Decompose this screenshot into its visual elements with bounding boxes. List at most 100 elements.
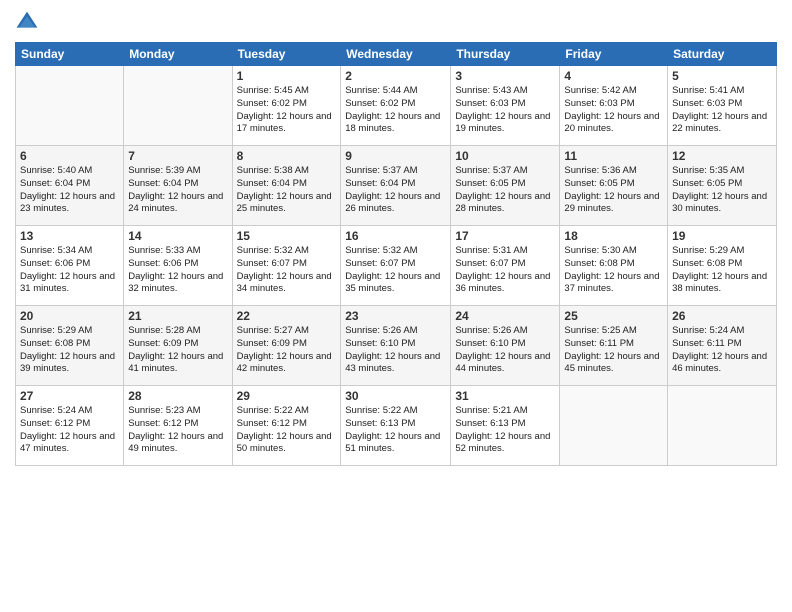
day-info: Sunrise: 5:39 AM Sunset: 6:04 PM Dayligh…: [128, 165, 227, 216]
day-number: 17: [455, 229, 555, 243]
table-row: 30Sunrise: 5:22 AM Sunset: 6:13 PM Dayli…: [341, 386, 451, 466]
day-number: 26: [672, 309, 772, 323]
calendar-week-row: 6 Sunrise: 5:40 AM Sunset: 6:04 PM Daylig…: [16, 146, 777, 226]
day-number: 22: [237, 309, 337, 323]
table-row: 8Sunrise: 5:38 AM Sunset: 6:04 PM Daylig…: [232, 146, 341, 226]
day-number: 7: [128, 149, 227, 163]
table-row: 5 Sunrise: 5:41 AM Sunset: 6:03 PM Daylig…: [668, 66, 777, 146]
day-number: 14: [128, 229, 227, 243]
day-info: Sunrise: 5:37 AM Sunset: 6:04 PM Dayligh…: [345, 165, 446, 216]
day-info: Sunrise: 5:44 AM Sunset: 6:02 PM Dayligh…: [345, 85, 446, 136]
day-info: Sunrise: 5:28 AM Sunset: 6:09 PM Dayligh…: [128, 325, 227, 376]
table-row: 9 Sunrise: 5:37 AM Sunset: 6:04 PM Daylig…: [341, 146, 451, 226]
day-info: Sunrise: 5:42 AM Sunset: 6:03 PM Dayligh…: [564, 85, 663, 136]
table-row: 18 Sunrise: 5:30 AM Sunset: 6:08 PM Dayli…: [560, 226, 668, 306]
calendar-header-row: Sunday Monday Tuesday Wednesday Thursday…: [16, 43, 777, 66]
day-info: Sunrise: 5:22 AM Sunset: 6:13 PM Dayligh…: [345, 405, 446, 456]
table-row: 10 Sunrise: 5:37 AM Sunset: 6:05 PM Dayli…: [451, 146, 560, 226]
day-info: Sunrise: 5:29 AM Sunset: 6:08 PM Dayligh…: [20, 325, 119, 376]
col-monday: Monday: [124, 43, 232, 66]
table-row: 26 Sunrise: 5:24 AM Sunset: 6:11 PM Dayli…: [668, 306, 777, 386]
day-number: 20: [20, 309, 119, 323]
table-row: 15Sunrise: 5:32 AM Sunset: 6:07 PM Dayli…: [232, 226, 341, 306]
logo: [15, 10, 43, 34]
table-row: [560, 386, 668, 466]
table-row: 19 Sunrise: 5:29 AM Sunset: 6:08 PM Dayli…: [668, 226, 777, 306]
day-number: 25: [564, 309, 663, 323]
day-info: Sunrise: 5:38 AM Sunset: 6:04 PM Dayligh…: [237, 165, 337, 216]
table-row: 6 Sunrise: 5:40 AM Sunset: 6:04 PM Daylig…: [16, 146, 124, 226]
day-info: Sunrise: 5:43 AM Sunset: 6:03 PM Dayligh…: [455, 85, 555, 136]
table-row: 11 Sunrise: 5:36 AM Sunset: 6:05 PM Dayli…: [560, 146, 668, 226]
day-number: 11: [564, 149, 663, 163]
col-thursday: Thursday: [451, 43, 560, 66]
day-info: Sunrise: 5:33 AM Sunset: 6:06 PM Dayligh…: [128, 245, 227, 296]
day-info: Sunrise: 5:25 AM Sunset: 6:11 PM Dayligh…: [564, 325, 663, 376]
day-number: 6: [20, 149, 119, 163]
day-info: Sunrise: 5:26 AM Sunset: 6:10 PM Dayligh…: [455, 325, 555, 376]
day-number: 19: [672, 229, 772, 243]
table-row: 1Sunrise: 5:45 AM Sunset: 6:02 PM Daylig…: [232, 66, 341, 146]
day-info: Sunrise: 5:40 AM Sunset: 6:04 PM Dayligh…: [20, 165, 119, 216]
table-row: [668, 386, 777, 466]
col-sunday: Sunday: [16, 43, 124, 66]
table-row: 22 Sunrise: 5:27 AM Sunset: 6:09 PM Dayli…: [232, 306, 341, 386]
table-row: 13Sunrise: 5:34 AM Sunset: 6:06 PM Dayli…: [16, 226, 124, 306]
table-row: 20 Sunrise: 5:29 AM Sunset: 6:08 PM Dayli…: [16, 306, 124, 386]
day-number: 13: [20, 229, 119, 243]
day-number: 1: [237, 69, 337, 83]
day-number: 21: [128, 309, 227, 323]
day-info: Sunrise: 5:37 AM Sunset: 6:05 PM Dayligh…: [455, 165, 555, 216]
day-info: Sunrise: 5:27 AM Sunset: 6:09 PM Dayligh…: [237, 325, 337, 376]
table-row: [16, 66, 124, 146]
day-number: 23: [345, 309, 446, 323]
day-number: 18: [564, 229, 663, 243]
day-number: 28: [128, 389, 227, 403]
table-row: 27 Sunrise: 5:24 AM Sunset: 6:12 PM Dayli…: [16, 386, 124, 466]
day-number: 16: [345, 229, 446, 243]
table-row: 31Sunrise: 5:21 AM Sunset: 6:13 PM Dayli…: [451, 386, 560, 466]
table-row: 3 Sunrise: 5:43 AM Sunset: 6:03 PM Daylig…: [451, 66, 560, 146]
table-row: 24 Sunrise: 5:26 AM Sunset: 6:10 PM Dayli…: [451, 306, 560, 386]
table-row: 17 Sunrise: 5:31 AM Sunset: 6:07 PM Dayli…: [451, 226, 560, 306]
logo-icon: [15, 10, 39, 34]
table-row: 25 Sunrise: 5:25 AM Sunset: 6:11 PM Dayli…: [560, 306, 668, 386]
day-info: Sunrise: 5:29 AM Sunset: 6:08 PM Dayligh…: [672, 245, 772, 296]
day-info: Sunrise: 5:22 AM Sunset: 6:12 PM Dayligh…: [237, 405, 337, 456]
header-area: [15, 10, 777, 34]
day-info: Sunrise: 5:24 AM Sunset: 6:11 PM Dayligh…: [672, 325, 772, 376]
calendar-week-row: 27 Sunrise: 5:24 AM Sunset: 6:12 PM Dayli…: [16, 386, 777, 466]
day-number: 9: [345, 149, 446, 163]
day-number: 29: [237, 389, 337, 403]
col-friday: Friday: [560, 43, 668, 66]
day-info: Sunrise: 5:32 AM Sunset: 6:07 PM Dayligh…: [345, 245, 446, 296]
day-info: Sunrise: 5:23 AM Sunset: 6:12 PM Dayligh…: [128, 405, 227, 456]
table-row: 29 Sunrise: 5:22 AM Sunset: 6:12 PM Dayli…: [232, 386, 341, 466]
day-number: 10: [455, 149, 555, 163]
day-number: 3: [455, 69, 555, 83]
calendar-week-row: 20 Sunrise: 5:29 AM Sunset: 6:08 PM Dayli…: [16, 306, 777, 386]
day-info: Sunrise: 5:24 AM Sunset: 6:12 PM Dayligh…: [20, 405, 119, 456]
calendar-table: Sunday Monday Tuesday Wednesday Thursday…: [15, 42, 777, 466]
calendar-week-row: 1Sunrise: 5:45 AM Sunset: 6:02 PM Daylig…: [16, 66, 777, 146]
table-row: 2 Sunrise: 5:44 AM Sunset: 6:02 PM Daylig…: [341, 66, 451, 146]
day-number: 31: [455, 389, 555, 403]
table-row: 28 Sunrise: 5:23 AM Sunset: 6:12 PM Dayli…: [124, 386, 232, 466]
day-info: Sunrise: 5:36 AM Sunset: 6:05 PM Dayligh…: [564, 165, 663, 216]
day-info: Sunrise: 5:31 AM Sunset: 6:07 PM Dayligh…: [455, 245, 555, 296]
day-number: 27: [20, 389, 119, 403]
day-number: 24: [455, 309, 555, 323]
table-row: 21 Sunrise: 5:28 AM Sunset: 6:09 PM Dayli…: [124, 306, 232, 386]
day-number: 5: [672, 69, 772, 83]
table-row: [124, 66, 232, 146]
day-info: Sunrise: 5:41 AM Sunset: 6:03 PM Dayligh…: [672, 85, 772, 136]
day-number: 2: [345, 69, 446, 83]
col-tuesday: Tuesday: [232, 43, 341, 66]
col-saturday: Saturday: [668, 43, 777, 66]
day-number: 15: [237, 229, 337, 243]
day-info: Sunrise: 5:26 AM Sunset: 6:10 PM Dayligh…: [345, 325, 446, 376]
table-row: 7 Sunrise: 5:39 AM Sunset: 6:04 PM Daylig…: [124, 146, 232, 226]
day-info: Sunrise: 5:35 AM Sunset: 6:05 PM Dayligh…: [672, 165, 772, 216]
day-number: 12: [672, 149, 772, 163]
day-info: Sunrise: 5:30 AM Sunset: 6:08 PM Dayligh…: [564, 245, 663, 296]
